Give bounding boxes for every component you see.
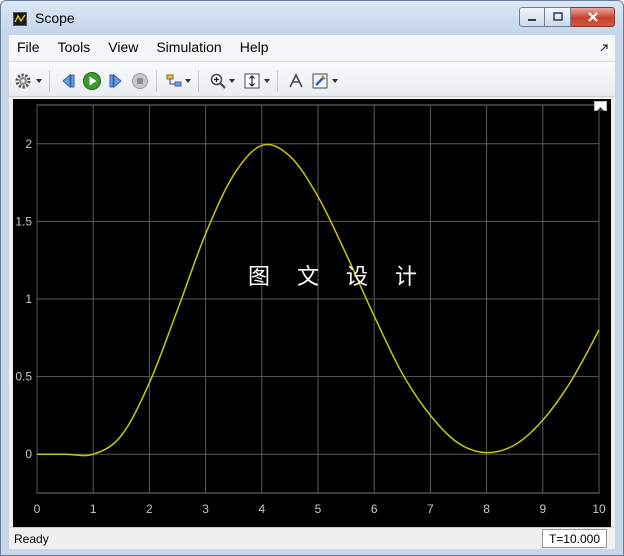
x-tick-label: 6 <box>371 502 378 516</box>
scope-app-icon <box>13 12 27 26</box>
run-icon <box>83 72 101 90</box>
step-forward-icon <box>109 73 122 89</box>
maximize-button[interactable] <box>545 7 571 27</box>
y-tick-labels: 0 0.5 1 1.5 2 <box>15 137 32 461</box>
pin-icon[interactable] <box>599 43 609 53</box>
x-tick-label: 4 <box>258 502 265 516</box>
y-tick-label: 2 <box>25 137 32 151</box>
x-tick-label: 10 <box>592 502 606 516</box>
cursor-measure-icon <box>289 73 303 88</box>
x-tick-label: 2 <box>146 502 153 516</box>
y-tick-label: 0.5 <box>15 370 32 384</box>
toolbar <box>9 61 615 97</box>
configuration-button[interactable] <box>13 71 33 91</box>
chevron-down-icon[interactable] <box>185 78 191 84</box>
x-tick-label: 3 <box>202 502 209 516</box>
title-bar[interactable]: Scope <box>1 1 623 35</box>
window-client: File Tools View Simulation Help 0 1 2 3 … <box>9 35 615 549</box>
x-tick-labels: 0 1 2 3 4 5 6 7 8 9 10 <box>34 502 606 516</box>
undock-icon <box>597 107 604 111</box>
watermark-text: 图 文 设 计 <box>248 265 427 290</box>
gear-icon <box>15 73 31 89</box>
minimize-icon <box>528 19 536 21</box>
status-bar: Ready T=10.000 <box>9 527 615 549</box>
undock-button[interactable] <box>594 101 607 111</box>
chevron-down-icon[interactable] <box>229 78 235 84</box>
chevron-down-icon[interactable] <box>36 78 42 84</box>
chevron-down-icon[interactable] <box>264 78 270 84</box>
menu-view[interactable]: View <box>104 39 146 55</box>
cursor-measure-button[interactable] <box>286 71 306 91</box>
x-tick-label: 5 <box>315 502 322 516</box>
menu-file[interactable]: File <box>13 39 48 55</box>
y-tick-label: 1 <box>25 292 32 306</box>
scale-axes-icon <box>244 73 260 89</box>
menu-help[interactable]: Help <box>236 39 277 55</box>
scope-window: Scope File Tools View Simulation Help 0 … <box>0 0 624 556</box>
stop-button[interactable] <box>130 71 150 91</box>
scope-axes[interactable]: 0 1 2 3 4 5 6 7 8 9 10 0 0.5 1 1.5 2 图 文 设 计 <box>13 99 611 527</box>
run-button[interactable] <box>82 71 102 91</box>
x-tick-label: 0 <box>34 502 41 516</box>
window-title: Scope <box>35 10 75 26</box>
x-tick-label: 7 <box>427 502 434 516</box>
maximize-icon <box>552 12 563 21</box>
y-tick-label: 1.5 <box>15 214 32 228</box>
menu-bar: File Tools View Simulation Help <box>9 35 615 59</box>
highlight-model-button[interactable] <box>164 71 184 91</box>
x-tick-label: 8 <box>483 502 490 516</box>
time-readout: T=10.000 <box>541 529 607 548</box>
y-tick-label: 0 <box>25 447 32 461</box>
chevron-down-icon[interactable] <box>332 78 338 84</box>
zoom-button[interactable] <box>208 71 228 91</box>
x-tick-label: 1 <box>90 502 97 516</box>
step-back-button[interactable] <box>58 71 78 91</box>
stop-icon <box>132 73 148 89</box>
scale-axes-button[interactable] <box>242 71 262 91</box>
step-back-icon <box>62 73 75 89</box>
minimize-button[interactable] <box>519 7 545 27</box>
status-text: Ready <box>14 532 49 546</box>
plot-panel: 0 1 2 3 4 5 6 7 8 9 10 0 0.5 1 1.5 2 图 文 设 计 <box>13 99 611 527</box>
close-icon <box>587 12 598 22</box>
highlight-model-icon <box>166 74 182 87</box>
step-forward-button[interactable] <box>106 71 126 91</box>
x-tick-label: 9 <box>539 502 546 516</box>
toolbar-separator <box>49 70 50 92</box>
toolbar-separator <box>156 70 157 92</box>
menu-simulation[interactable]: Simulation <box>152 39 229 55</box>
style-icon <box>312 73 328 89</box>
window-controls <box>519 7 615 27</box>
style-button[interactable] <box>310 71 330 91</box>
toolbar-separator <box>277 70 278 92</box>
toolbar-separator <box>198 70 199 92</box>
zoom-in-icon <box>210 73 226 89</box>
close-button[interactable] <box>571 7 615 27</box>
menu-tools[interactable]: Tools <box>54 39 99 55</box>
